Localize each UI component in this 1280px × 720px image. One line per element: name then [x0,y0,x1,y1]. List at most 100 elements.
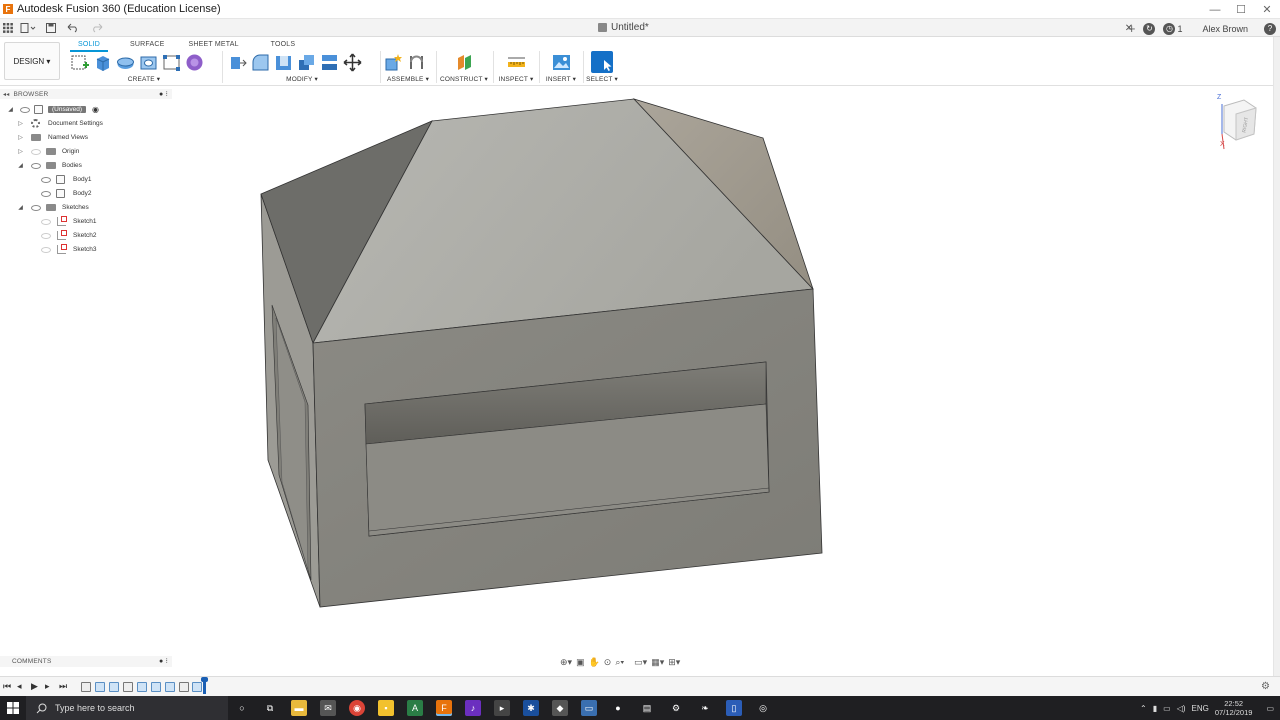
tree-item-body2[interactable]: Body2 [0,187,172,200]
orbit-icon[interactable]: ⊕▾ [560,656,572,668]
tree-item-named-views[interactable]: ▷ Named Views [0,131,172,144]
modify-menu[interactable]: MODIFY ▾ [228,75,376,83]
notifications-button[interactable]: ◷ 1 [1163,22,1182,35]
offset-plane-icon[interactable] [455,53,474,72]
look-at-icon[interactable]: ▣ [576,656,585,668]
viewports-icon[interactable]: ⊞▾ [668,656,680,668]
notifications-icon[interactable]: ▭ [1266,704,1274,713]
settings-icon[interactable]: ⚙ [668,700,684,716]
timeline-feature[interactable] [95,682,105,692]
create-menu[interactable]: CREATE ▾ [70,75,218,83]
undo-icon[interactable] [64,21,84,35]
pan-icon[interactable]: ✋ [589,656,600,668]
job-status-icon[interactable]: ↻ [1143,22,1156,35]
app-grid-icon[interactable] [2,21,14,35]
zoom-icon[interactable]: ⊙ [604,656,612,668]
timeline-feature[interactable] [123,682,133,692]
file-explorer-icon[interactable]: ▬ [291,700,307,716]
canvas-viewport[interactable] [0,86,1273,676]
timeline-feature[interactable] [151,682,161,692]
timeline-feature[interactable] [137,682,147,692]
select-tool-icon[interactable] [591,51,613,73]
app-doc-icon[interactable]: ▸ [494,700,510,716]
tree-item-sketch2[interactable]: Sketch2 [0,229,172,242]
app-word-icon[interactable]: ▯ [726,700,742,716]
taskbar-search[interactable]: Type here to search [26,696,228,720]
app-blue-icon[interactable]: ✱ [523,700,539,716]
comments-pin-icon[interactable]: ● ⁝ [159,657,168,665]
visibility-eye-icon[interactable] [20,106,30,113]
maximize-button[interactable]: ☐ [1228,0,1254,19]
timeline-settings-icon[interactable]: ⚙ [1261,681,1270,692]
help-icon[interactable]: ? [1264,22,1276,35]
browser-root[interactable]: ◢ (Unsaved) ◉ [0,103,172,116]
user-name[interactable]: Alex Brown [1202,24,1248,34]
timeline-first-icon[interactable]: ⏮ [3,681,11,692]
tree-item-sketch3[interactable]: Sketch3 [0,243,172,256]
create-form-icon[interactable] [185,53,204,72]
battery-icon[interactable]: ▮ [1153,704,1157,713]
collapse-icon[interactable]: ◢ [17,162,24,169]
mail-icon[interactable]: ✉ [320,700,336,716]
apple-music-icon[interactable]: ♪ [465,700,481,716]
collapse-icon[interactable]: ◢ [17,204,24,211]
combine-icon[interactable] [297,53,316,72]
grid-settings-icon[interactable]: ▦▾ [651,656,664,668]
visibility-eye-icon[interactable] [41,218,51,225]
viewcube[interactable]: Z X RIGHT [1214,94,1260,150]
measure-icon[interactable] [507,53,526,72]
select-menu[interactable]: SELECT ▾ [586,75,618,83]
timeline-feature[interactable] [192,682,202,692]
fillet-icon[interactable] [251,53,270,72]
visibility-eye-icon[interactable] [41,190,51,197]
app-window-icon[interactable]: ▭ [581,700,597,716]
close-window-button[interactable]: ✕ [1254,0,1280,19]
timeline-marker[interactable] [201,677,208,694]
expand-icon[interactable]: ▷ [17,120,24,127]
activate-radio-icon[interactable]: ◉ [92,105,99,114]
expand-icon[interactable]: ▷ [17,134,24,141]
app-leaf-icon[interactable]: ❧ [697,700,713,716]
save-icon[interactable] [45,21,57,35]
inspect-menu[interactable]: INSPECT ▾ [497,75,535,83]
timeline-back-icon[interactable]: ◂ [17,681,22,692]
windows-start-icon[interactable] [0,696,26,720]
browser-pin-icon[interactable]: ● ⁝ [159,90,168,98]
new-tab-icon[interactable]: + [1128,21,1136,36]
file-menu-icon[interactable] [18,21,38,35]
model-render[interactable] [0,86,1273,676]
chrome-icon[interactable]: ◉ [349,700,365,716]
taskbar-clock[interactable]: 22:52 07/12/2019 [1215,699,1253,717]
minimize-button[interactable]: — [1202,0,1228,19]
app-a-icon[interactable]: A [407,700,423,716]
timeline-forward-icon[interactable]: ▸ [45,681,50,692]
new-component-icon[interactable] [384,53,403,72]
tree-item-sketch1[interactable]: Sketch1 [0,215,172,228]
move-icon[interactable] [343,53,362,72]
app-dial-icon[interactable]: ◎ [755,700,771,716]
workspace-switcher[interactable]: DESIGN ▾ [4,42,60,80]
tree-item-origin[interactable]: ▷ Origin [0,145,172,158]
construct-menu[interactable]: CONSTRUCT ▾ [440,75,488,83]
insert-menu[interactable]: INSERT ▾ [543,75,579,83]
joint-icon[interactable] [407,53,426,72]
timeline-play-icon[interactable]: ▶ [31,681,38,692]
app-circle-icon[interactable]: ● [610,700,626,716]
visibility-eye-icon[interactable] [41,176,51,183]
split-body-icon[interactable] [320,53,339,72]
viewport-scrollbar[interactable] [1273,37,1280,676]
pattern-icon[interactable] [162,53,181,72]
visibility-eye-icon[interactable] [31,162,41,169]
comments-panel[interactable]: COMMENTS ● ⁝ [0,656,172,667]
visibility-eye-icon[interactable] [31,204,41,211]
insert-image-icon[interactable] [552,53,571,72]
collapse-icon[interactable]: ◢ [7,106,14,113]
cortana-icon[interactable]: ○ [234,700,250,716]
sticky-notes-icon[interactable]: ▪ [378,700,394,716]
tree-item-body1[interactable]: Body1 [0,173,172,186]
app-cube-icon[interactable]: ◆ [552,700,568,716]
document-tab[interactable]: Untitled* [598,22,649,33]
create-sketch-icon[interactable] [70,53,89,72]
redo-icon[interactable] [88,21,108,35]
visibility-eye-icon[interactable] [41,232,51,239]
